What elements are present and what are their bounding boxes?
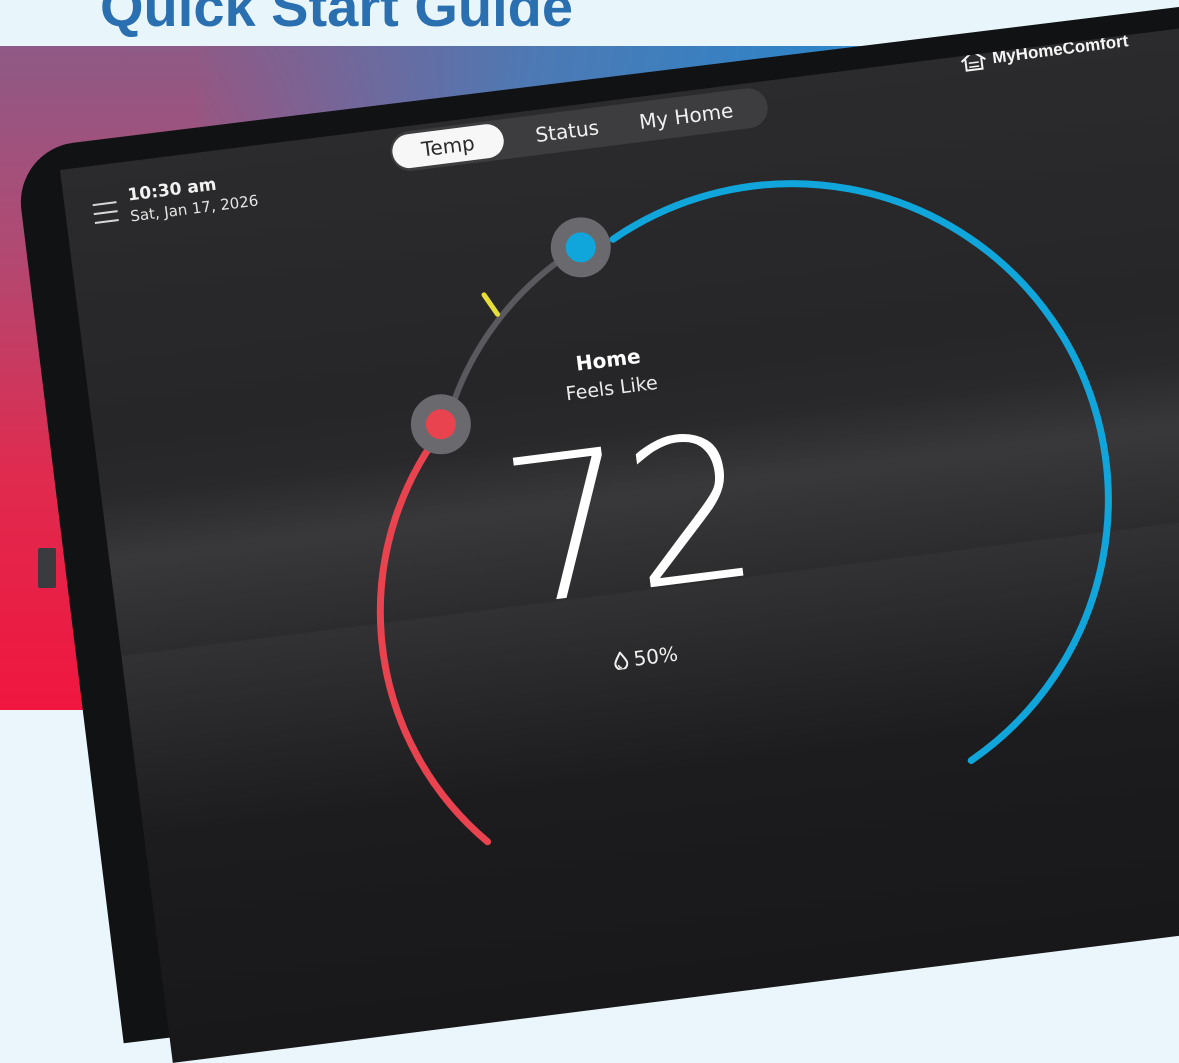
current-temp-indicator bbox=[481, 292, 501, 317]
water-drop-icon bbox=[614, 650, 629, 671]
page-title: Quick Start Guide bbox=[100, 0, 573, 38]
current-temperature: 72 bbox=[491, 389, 766, 653]
screen-content: 10:30 am Sat, Jan 17, 2026 Temp Status M… bbox=[60, 0, 1179, 1063]
device-side-edge bbox=[38, 548, 56, 588]
cool-setpoint-handle[interactable] bbox=[547, 214, 614, 281]
thermostat-screen: 10:30 am Sat, Jan 17, 2026 Temp Status M… bbox=[60, 0, 1179, 1063]
